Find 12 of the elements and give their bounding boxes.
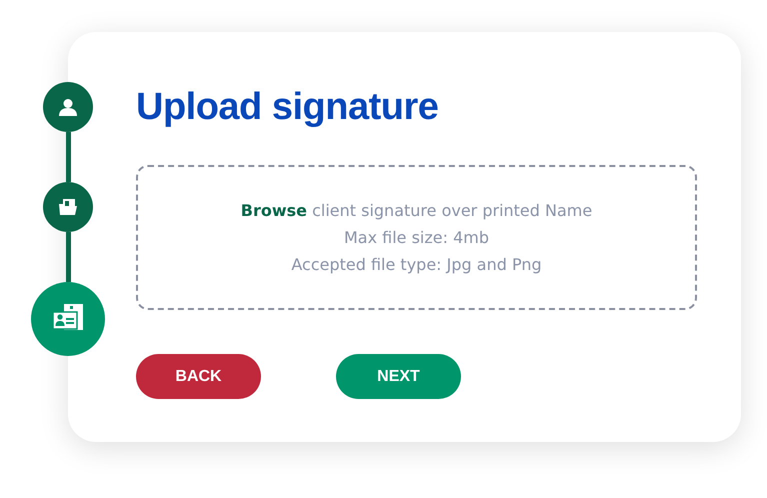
file-type-text: Accepted file type: Jpg and Png xyxy=(291,255,542,274)
page-title: Upload signature xyxy=(136,85,440,130)
step-circle[interactable] xyxy=(43,82,93,132)
step-circle[interactable] xyxy=(43,182,93,232)
next-button[interactable]: NEXT xyxy=(336,354,461,399)
back-button[interactable]: BACK xyxy=(136,354,261,399)
person-icon xyxy=(58,97,78,117)
upload-dropzone[interactable]: Browse client signature over printed Name Max file size: 4mb Accepted file type: Jpg and Png xyxy=(136,165,697,310)
folder-icon xyxy=(58,198,78,216)
browse-link[interactable]: Browse xyxy=(240,201,307,220)
upload-hint: Browse client signature over printed Name xyxy=(240,201,592,220)
max-size-text: Max file size: 4mb xyxy=(344,228,490,247)
